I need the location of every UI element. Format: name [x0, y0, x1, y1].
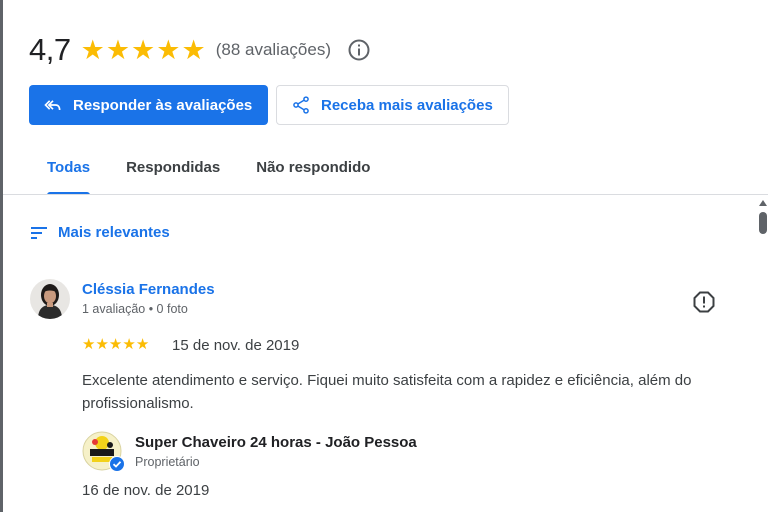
star-icon: ★	[122, 336, 136, 353]
share-icon	[293, 96, 309, 114]
review-date: 15 de nov. de 2019	[172, 337, 300, 354]
review-filter-tabs: Todas Respondidas Não respondido	[29, 150, 388, 195]
rating-stars: ★ ★ ★ ★ ★	[80, 34, 206, 65]
sort-icon	[31, 226, 47, 239]
star-icon: ★	[108, 336, 123, 353]
rating-summary: 4,7 ★ ★ ★ ★ ★ (88 avaliações)	[29, 30, 371, 70]
reviewer-meta: 1 avaliação • 0 foto	[82, 302, 188, 316]
reply-reviews-button[interactable]: Responder às avaliações	[29, 85, 268, 125]
sort-button[interactable]: Mais relevantes	[30, 224, 170, 241]
star-icon: ★	[131, 34, 156, 65]
tab-all[interactable]: Todas	[29, 150, 108, 195]
star-icon: ★	[82, 336, 96, 353]
verified-icon	[109, 456, 125, 472]
sort-label: Mais relevantes	[58, 224, 170, 241]
review-count: (88 avaliações)	[215, 40, 331, 59]
tab-unanswered[interactable]: Não respondido	[238, 150, 388, 195]
reply-all-icon	[44, 100, 61, 111]
owner-name: Super Chaveiro 24 horas - João Pessoa	[135, 434, 417, 451]
tab-answered[interactable]: Respondidas	[108, 150, 238, 195]
get-more-reviews-label: Receba mais avaliações	[321, 96, 493, 114]
star-icon: ★	[95, 336, 109, 353]
star-icon: ★	[105, 34, 131, 65]
reviewer-name[interactable]: Cléssia Fernandes	[82, 281, 215, 298]
review-text: Excelente atendimento e serviço. Fiquei …	[82, 372, 692, 412]
scroll-up-arrow[interactable]	[759, 200, 767, 206]
report-icon[interactable]	[692, 290, 716, 314]
reply-reviews-label: Responder às avaliações	[73, 96, 253, 114]
rating-value: 4,7	[29, 32, 71, 67]
star-icon: ★	[135, 336, 150, 353]
owner-role: Proprietário	[135, 455, 200, 469]
reply-date: 16 de nov. de 2019	[82, 482, 210, 499]
scrollbar[interactable]	[758, 198, 768, 512]
reviewer-avatar[interactable]	[30, 279, 70, 319]
scroll-thumb[interactable]	[759, 212, 767, 234]
owner-logo	[82, 431, 125, 473]
tabs-divider	[3, 194, 768, 195]
review-stars: ★ ★ ★ ★ ★	[82, 337, 149, 352]
star-icon: ★	[80, 34, 105, 65]
star-icon: ★	[156, 34, 181, 65]
window-edge	[0, 0, 3, 512]
get-more-reviews-button[interactable]: Receba mais avaliações	[276, 85, 509, 125]
info-icon[interactable]	[347, 38, 371, 62]
star-icon: ★	[181, 34, 206, 65]
